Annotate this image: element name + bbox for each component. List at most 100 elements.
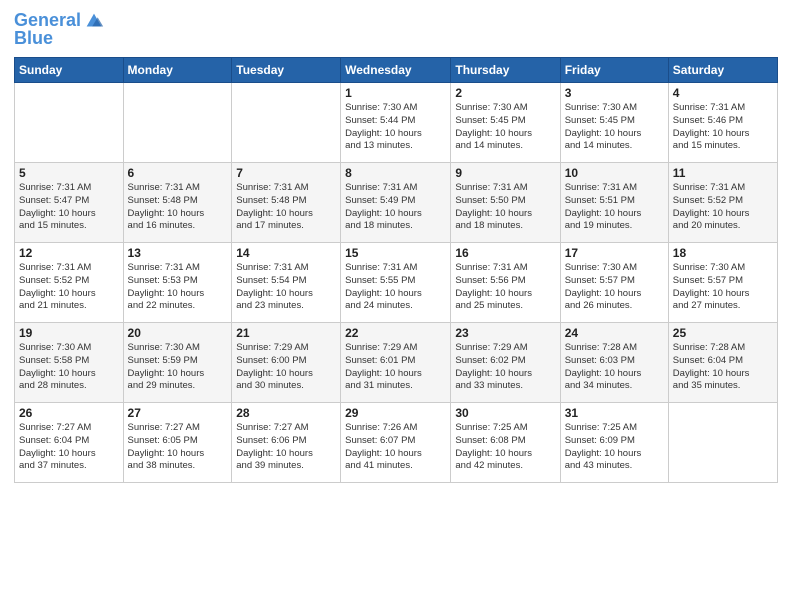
day-info: Sunrise: 7:31 AM Sunset: 5:47 PM Dayligh… [19,182,119,233]
calendar-cell: 10Sunrise: 7:31 AM Sunset: 5:51 PM Dayli… [560,163,668,243]
logo-icon [83,10,105,32]
day-number: 27 [128,406,228,420]
day-number: 17 [565,246,664,260]
day-info: Sunrise: 7:28 AM Sunset: 6:04 PM Dayligh… [673,342,773,393]
day-number: 4 [673,86,773,100]
calendar-cell: 16 Sunrise: 7:31 AM Sunset: 5:56 PM Dayli… [451,243,560,323]
day-number: 2 [455,86,555,100]
day-number: 5 [19,166,119,180]
logo: General Blue [14,10,105,49]
day-number: 22 [345,326,446,340]
day-info: Sunrise: 7:29 AM Sunset: 6:02 PM Dayligh… [455,342,555,393]
day-number: 23 [455,326,555,340]
day-number: 21 [236,326,336,340]
calendar-cell: 3 Sunrise: 7:30 AM Sunset: 5:45 PM Daylig… [560,83,668,163]
calendar-cell [668,403,777,483]
day-number: 15 [345,246,446,260]
calendar-cell: 7Sunrise: 7:31 AM Sunset: 5:48 PM Daylig… [232,163,341,243]
day-info: Sunrise: 7:25 AM Sunset: 6:08 PM Dayligh… [455,422,555,473]
day-info: Sunrise: 7:31 AM Sunset: 5:50 PM Dayligh… [455,182,555,233]
calendar-cell: 18 Sunrise: 7:30 AM Sunset: 5:57 PM Dayli… [668,243,777,323]
day-info: Sunrise: 7:25 AM Sunset: 6:09 PM Dayligh… [565,422,664,473]
day-number: 12 [19,246,119,260]
calendar-table: SundayMondayTuesdayWednesdayThursdayFrid… [14,57,778,483]
day-info: Sunrise: 7:27 AM Sunset: 6:04 PM Dayligh… [19,422,119,473]
day-info: Sunrise: 7:30 AM Sunset: 5:59 PM Dayligh… [128,342,228,393]
day-info: Sunrise: 7:31 AM Sunset: 5:55 PM Dayligh… [345,262,446,313]
calendar-week-2: 5 Sunrise: 7:31 AM Sunset: 5:47 PM Daylig… [15,163,778,243]
calendar-cell: 11Sunrise: 7:31 AM Sunset: 5:52 PM Dayli… [668,163,777,243]
calendar-cell: 25 Sunrise: 7:28 AM Sunset: 6:04 PM Dayli… [668,323,777,403]
day-info: Sunrise: 7:31 AM Sunset: 5:54 PM Dayligh… [236,262,336,313]
day-info: Sunrise: 7:30 AM Sunset: 5:45 PM Dayligh… [565,102,664,153]
calendar-cell: 30 Sunrise: 7:25 AM Sunset: 6:08 PM Dayli… [451,403,560,483]
calendar-cell: 12 Sunrise: 7:31 AM Sunset: 5:52 PM Dayli… [15,243,124,323]
calendar-cell: 24 Sunrise: 7:28 AM Sunset: 6:03 PM Dayli… [560,323,668,403]
day-number: 28 [236,406,336,420]
day-info: Sunrise: 7:30 AM Sunset: 5:44 PM Dayligh… [345,102,446,153]
weekday-thursday: Thursday [451,58,560,83]
calendar-cell: 13 Sunrise: 7:31 AM Sunset: 5:53 PM Dayli… [123,243,232,323]
day-info: Sunrise: 7:31 AM Sunset: 5:49 PM Dayligh… [345,182,446,233]
day-info: Sunrise: 7:30 AM Sunset: 5:45 PM Dayligh… [455,102,555,153]
calendar-cell: 26 Sunrise: 7:27 AM Sunset: 6:04 PM Dayli… [15,403,124,483]
calendar-week-3: 12 Sunrise: 7:31 AM Sunset: 5:52 PM Dayli… [15,243,778,323]
page-container: General Blue SundayMondayTuesdayWednesda… [0,0,792,612]
day-info: Sunrise: 7:29 AM Sunset: 6:00 PM Dayligh… [236,342,336,393]
weekday-sunday: Sunday [15,58,124,83]
day-info: Sunrise: 7:26 AM Sunset: 6:07 PM Dayligh… [345,422,446,473]
calendar-cell: 1Sunrise: 7:30 AM Sunset: 5:44 PM Daylig… [341,83,451,163]
calendar-cell [15,83,124,163]
day-info: Sunrise: 7:31 AM Sunset: 5:52 PM Dayligh… [19,262,119,313]
calendar-cell: 22 Sunrise: 7:29 AM Sunset: 6:01 PM Dayli… [341,323,451,403]
day-number: 30 [455,406,555,420]
calendar-cell: 27Sunrise: 7:27 AM Sunset: 6:05 PM Dayli… [123,403,232,483]
calendar-cell: 5 Sunrise: 7:31 AM Sunset: 5:47 PM Daylig… [15,163,124,243]
day-info: Sunrise: 7:31 AM Sunset: 5:52 PM Dayligh… [673,182,773,233]
calendar-cell: 20Sunrise: 7:30 AM Sunset: 5:59 PM Dayli… [123,323,232,403]
weekday-tuesday: Tuesday [232,58,341,83]
day-number: 24 [565,326,664,340]
day-info: Sunrise: 7:31 AM Sunset: 5:53 PM Dayligh… [128,262,228,313]
day-number: 16 [455,246,555,260]
calendar-cell: 6 Sunrise: 7:31 AM Sunset: 5:48 PM Daylig… [123,163,232,243]
calendar-cell: 19 Sunrise: 7:30 AM Sunset: 5:58 PM Dayli… [15,323,124,403]
weekday-monday: Monday [123,58,232,83]
calendar-cell: 28Sunrise: 7:27 AM Sunset: 6:06 PM Dayli… [232,403,341,483]
calendar-week-5: 26 Sunrise: 7:27 AM Sunset: 6:04 PM Dayli… [15,403,778,483]
day-number: 13 [128,246,228,260]
day-info: Sunrise: 7:31 AM Sunset: 5:56 PM Dayligh… [455,262,555,313]
day-number: 8 [345,166,446,180]
day-number: 25 [673,326,773,340]
header: General Blue [14,10,778,49]
calendar-cell: 15 Sunrise: 7:31 AM Sunset: 5:55 PM Dayli… [341,243,451,323]
calendar-cell: 29 Sunrise: 7:26 AM Sunset: 6:07 PM Dayli… [341,403,451,483]
day-number: 26 [19,406,119,420]
weekday-saturday: Saturday [668,58,777,83]
day-number: 19 [19,326,119,340]
day-info: Sunrise: 7:30 AM Sunset: 5:57 PM Dayligh… [673,262,773,313]
day-info: Sunrise: 7:30 AM Sunset: 5:57 PM Dayligh… [565,262,664,313]
calendar-cell [232,83,341,163]
day-number: 3 [565,86,664,100]
day-info: Sunrise: 7:31 AM Sunset: 5:48 PM Dayligh… [128,182,228,233]
day-info: Sunrise: 7:31 AM Sunset: 5:48 PM Dayligh… [236,182,336,233]
calendar-cell: 4 Sunrise: 7:31 AM Sunset: 5:46 PM Daylig… [668,83,777,163]
calendar-cell: 2 Sunrise: 7:30 AM Sunset: 5:45 PM Daylig… [451,83,560,163]
day-info: Sunrise: 7:31 AM Sunset: 5:46 PM Dayligh… [673,102,773,153]
day-info: Sunrise: 7:31 AM Sunset: 5:51 PM Dayligh… [565,182,664,233]
calendar-cell: 31 Sunrise: 7:25 AM Sunset: 6:09 PM Dayli… [560,403,668,483]
day-info: Sunrise: 7:28 AM Sunset: 6:03 PM Dayligh… [565,342,664,393]
day-number: 31 [565,406,664,420]
day-number: 6 [128,166,228,180]
day-number: 18 [673,246,773,260]
calendar-cell: 21 Sunrise: 7:29 AM Sunset: 6:00 PM Dayli… [232,323,341,403]
day-number: 9 [455,166,555,180]
day-info: Sunrise: 7:29 AM Sunset: 6:01 PM Dayligh… [345,342,446,393]
day-info: Sunrise: 7:30 AM Sunset: 5:58 PM Dayligh… [19,342,119,393]
day-number: 29 [345,406,446,420]
weekday-wednesday: Wednesday [341,58,451,83]
weekday-header-row: SundayMondayTuesdayWednesdayThursdayFrid… [15,58,778,83]
calendar-cell: 9 Sunrise: 7:31 AM Sunset: 5:50 PM Daylig… [451,163,560,243]
calendar-cell: 14Sunrise: 7:31 AM Sunset: 5:54 PM Dayli… [232,243,341,323]
